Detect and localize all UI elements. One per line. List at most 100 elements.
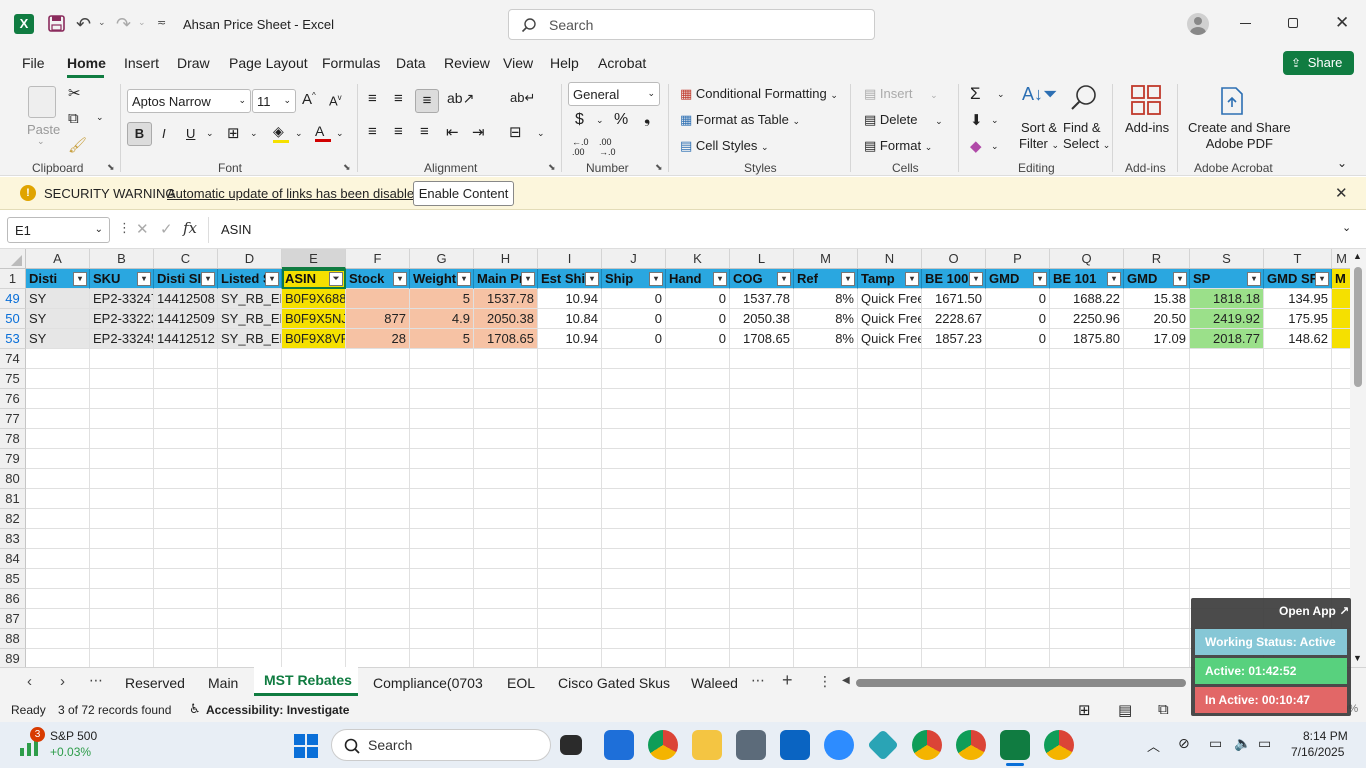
empty-cell[interactable]	[922, 389, 986, 409]
empty-cell[interactable]	[730, 409, 794, 429]
empty-cell[interactable]	[410, 409, 474, 429]
tab-formulas[interactable]: Formulas	[322, 55, 380, 71]
empty-cell[interactable]	[282, 429, 346, 449]
table-cell[interactable]: 14412508	[154, 289, 218, 309]
empty-cell[interactable]	[90, 469, 154, 489]
column-header[interactable]: G	[410, 249, 474, 269]
account-avatar-icon[interactable]	[1187, 13, 1209, 35]
empty-cell[interactable]	[26, 649, 90, 669]
table-cell[interactable]: 0	[602, 309, 666, 329]
empty-cell[interactable]	[282, 389, 346, 409]
alignment-launcher-icon[interactable]: ⬊	[548, 162, 556, 173]
empty-cell[interactable]	[1190, 489, 1264, 509]
empty-cell[interactable]	[90, 349, 154, 369]
empty-cell[interactable]	[794, 409, 858, 429]
empty-cell[interactable]	[90, 369, 154, 389]
empty-cell[interactable]	[730, 349, 794, 369]
filter-active-icon[interactable]: ⏷	[329, 272, 343, 286]
empty-cell[interactable]	[922, 449, 986, 469]
empty-cell[interactable]	[282, 349, 346, 369]
close-warning-icon[interactable]: ✕	[1335, 184, 1348, 202]
empty-cell[interactable]	[1050, 569, 1124, 589]
empty-cell[interactable]	[986, 349, 1050, 369]
empty-cell[interactable]	[26, 409, 90, 429]
empty-cell[interactable]	[794, 649, 858, 669]
table-cell[interactable]: 14412509	[154, 309, 218, 329]
empty-cell[interactable]	[986, 629, 1050, 649]
name-box[interactable]: E1 ⌄	[7, 217, 110, 243]
chrome-icon[interactable]	[648, 730, 678, 760]
empty-cell[interactable]	[346, 549, 410, 569]
empty-cell[interactable]	[474, 409, 538, 429]
empty-cell[interactable]	[1332, 509, 1352, 529]
empty-cell[interactable]	[154, 649, 218, 669]
table-cell[interactable]: 8%	[794, 289, 858, 309]
empty-cell[interactable]	[986, 449, 1050, 469]
row-header[interactable]: 85	[0, 569, 26, 589]
empty-cell[interactable]	[730, 489, 794, 509]
paste-label[interactable]: Paste	[27, 122, 60, 137]
empty-cell[interactable]	[794, 389, 858, 409]
column-header[interactable]: I	[538, 249, 602, 269]
font-launcher-icon[interactable]: ⬊	[343, 162, 351, 173]
empty-cell[interactable]	[1264, 389, 1332, 409]
formula-input[interactable]: ASIN	[208, 217, 1358, 243]
empty-cell[interactable]	[90, 509, 154, 529]
store-icon[interactable]	[604, 730, 634, 760]
empty-cell[interactable]	[794, 429, 858, 449]
empty-cell[interactable]	[986, 569, 1050, 589]
empty-cell[interactable]	[1264, 529, 1332, 549]
empty-cell[interactable]	[730, 429, 794, 449]
filter-header-cell[interactable]: Hand ▾	[666, 269, 730, 289]
empty-cell[interactable]	[90, 569, 154, 589]
empty-cell[interactable]	[154, 429, 218, 449]
empty-cell[interactable]	[1124, 349, 1190, 369]
table-cell[interactable]: 10.94	[538, 329, 602, 349]
empty-cell[interactable]	[474, 389, 538, 409]
empty-cell[interactable]	[858, 549, 922, 569]
save-icon[interactable]	[48, 15, 65, 32]
empty-cell[interactable]	[474, 589, 538, 609]
font-color-chevron-icon[interactable]: ⌄	[336, 128, 344, 139]
column-header[interactable]: D	[218, 249, 282, 269]
filter-header-cell[interactable]: Disti SI ▾	[154, 269, 218, 289]
empty-cell[interactable]	[538, 649, 602, 669]
empty-cell[interactable]	[602, 589, 666, 609]
column-header[interactable]: K	[666, 249, 730, 269]
empty-cell[interactable]	[1190, 429, 1264, 449]
empty-cell[interactable]	[538, 629, 602, 649]
empty-cell[interactable]	[346, 369, 410, 389]
empty-cell[interactable]	[1264, 569, 1332, 589]
empty-cell[interactable]	[154, 349, 218, 369]
empty-cell[interactable]	[1264, 349, 1332, 369]
cut-icon[interactable]: ✂	[68, 84, 81, 102]
align-center-icon[interactable]: ≡	[394, 123, 403, 140]
row-header[interactable]: 75	[0, 369, 26, 389]
empty-cell[interactable]	[1190, 409, 1264, 429]
table-cell[interactable]: EP2-33247	[90, 289, 154, 309]
empty-cell[interactable]	[346, 609, 410, 629]
horizontal-scroll-left-icon[interactable]: ◀	[842, 675, 850, 686]
filter-dropdown-icon[interactable]: ▾	[265, 272, 279, 286]
network-off-icon[interactable]: ⊘	[1178, 735, 1190, 752]
empty-cell[interactable]	[858, 469, 922, 489]
empty-cell[interactable]	[410, 609, 474, 629]
empty-cell[interactable]	[730, 369, 794, 389]
table-cell[interactable]: EP2-33223	[90, 309, 154, 329]
table-cell[interactable]: 4.9	[410, 309, 474, 329]
filter-dropdown-icon[interactable]: ▾	[649, 272, 663, 286]
empty-cell[interactable]	[1050, 609, 1124, 629]
empty-cell[interactable]	[730, 529, 794, 549]
empty-cell[interactable]	[346, 389, 410, 409]
clock-date[interactable]: 7/16/2025	[1291, 745, 1344, 759]
table-cell[interactable]: Quick Free	[858, 329, 922, 349]
empty-cell[interactable]	[1332, 469, 1352, 489]
empty-cell[interactable]	[26, 449, 90, 469]
close-icon[interactable]: ✕	[1335, 13, 1349, 33]
empty-cell[interactable]	[410, 509, 474, 529]
borders-chevron-icon[interactable]: ⌄	[250, 128, 258, 139]
sheet-tab-waleed[interactable]: Waleed	[691, 675, 738, 691]
currency-chevron-icon[interactable]: ⌄	[596, 115, 604, 126]
empty-cell[interactable]	[474, 489, 538, 509]
filter-dropdown-icon[interactable]: ▾	[841, 272, 855, 286]
